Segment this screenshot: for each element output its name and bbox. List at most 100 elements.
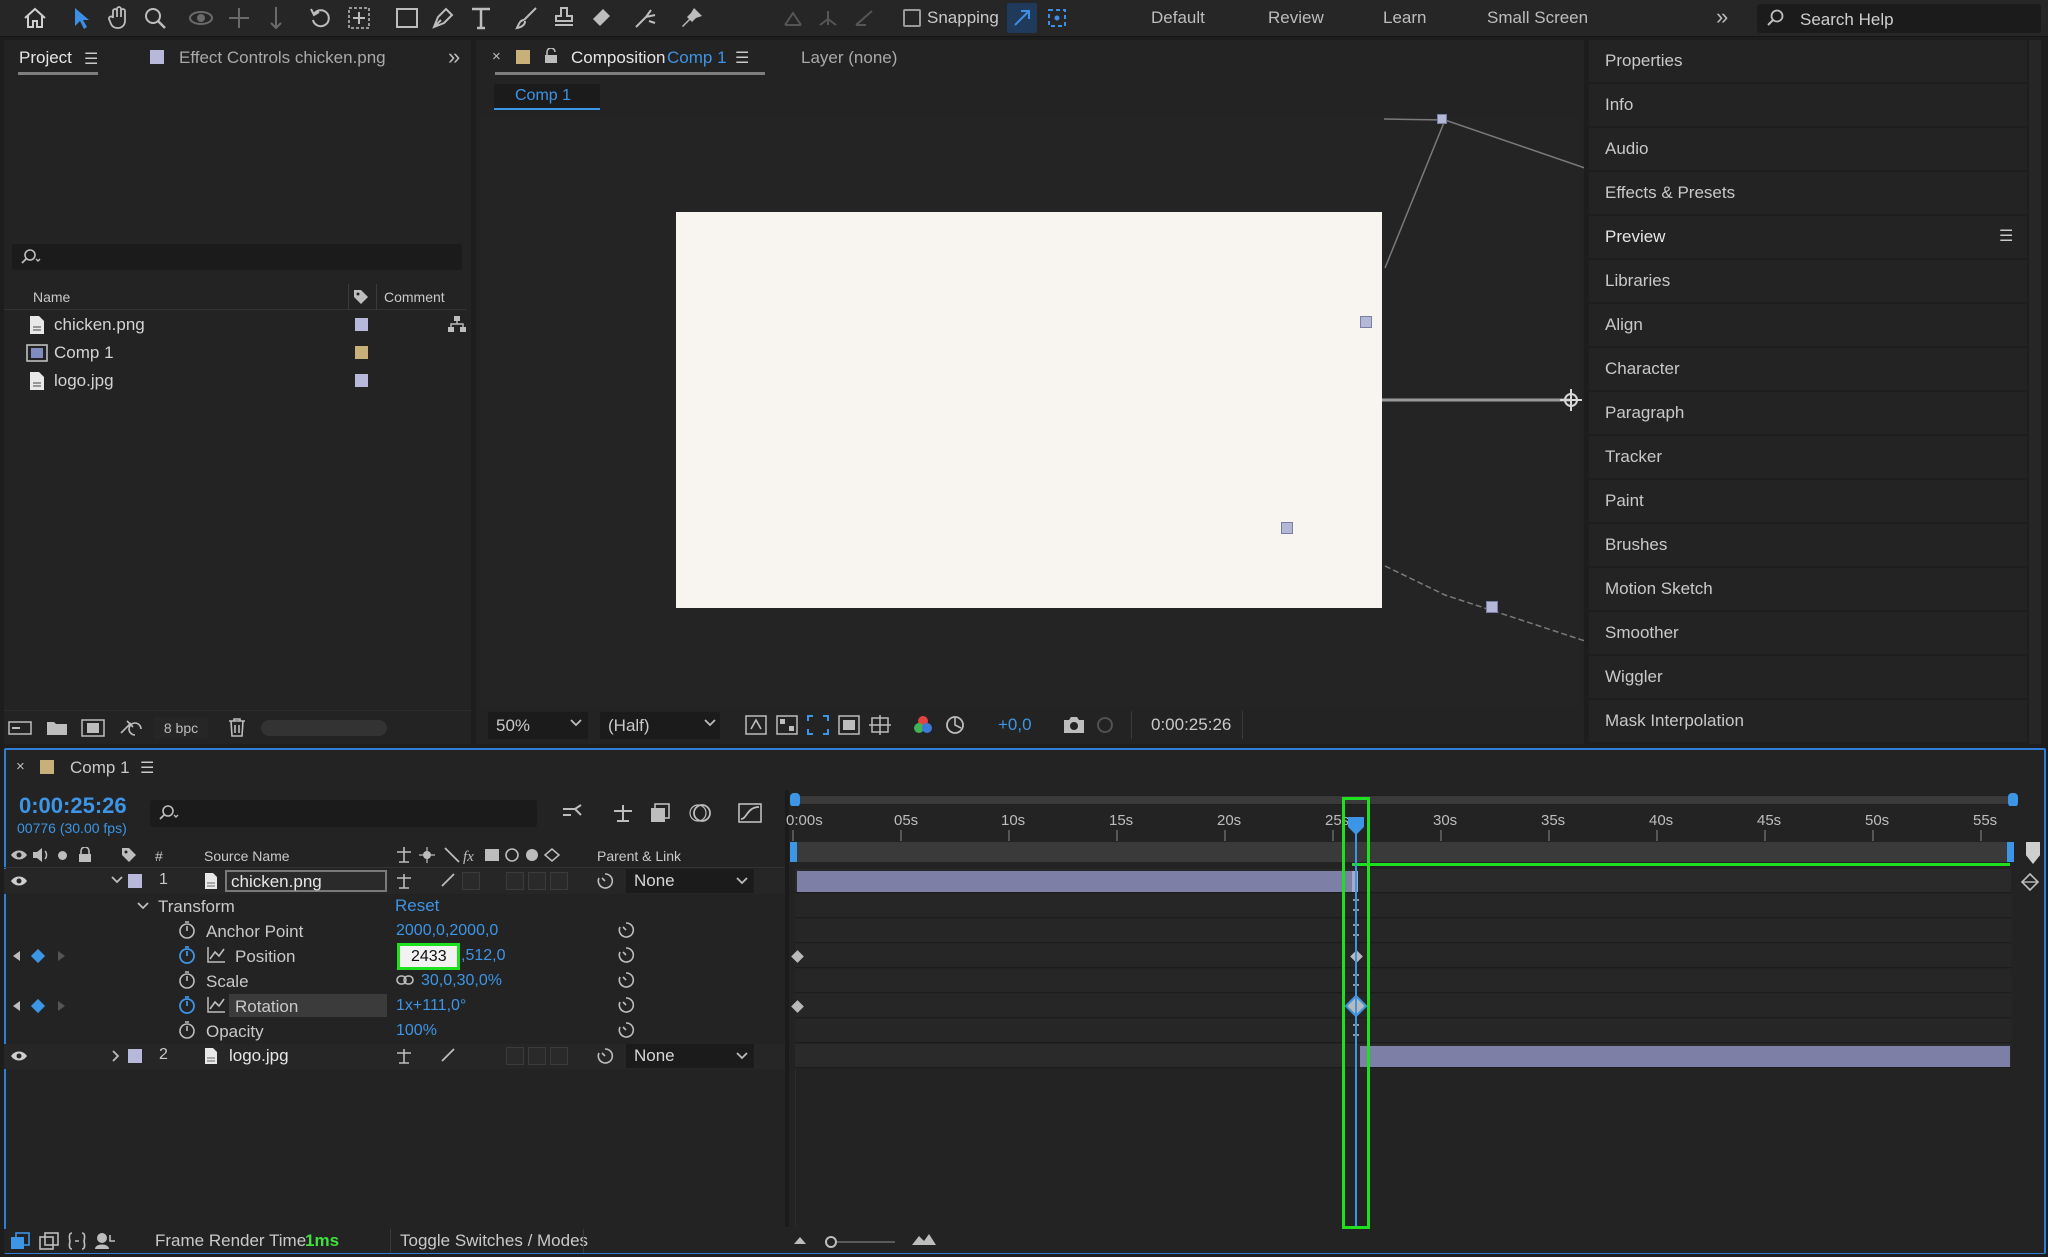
eraser-tool-icon[interactable]	[586, 3, 616, 33]
motion-blur-icon[interactable]	[688, 802, 712, 824]
layer-name-field[interactable]: chicken.png	[225, 870, 387, 892]
type-tool-icon[interactable]	[466, 3, 496, 33]
visibility-eye-icon[interactable]	[10, 874, 28, 888]
chevron-right-icon[interactable]	[110, 1049, 122, 1063]
frame-blending-icon[interactable]	[649, 802, 671, 824]
project-item-comp1[interactable]: Comp 1	[4, 339, 444, 366]
panel-motion-sketch[interactable]: Motion Sketch	[1589, 568, 2027, 610]
zoom-tool-icon[interactable]	[140, 3, 170, 33]
rotate-tool-icon[interactable]	[306, 3, 336, 33]
layer-label-swatch[interactable]	[128, 874, 142, 888]
audio-speaker-icon[interactable]	[32, 847, 50, 863]
comp-menu-icon[interactable]: ☰	[735, 48, 749, 68]
quality-switch-icon[interactable]	[440, 1047, 456, 1063]
in-out-duration-icon[interactable]	[67, 1232, 87, 1250]
panel-character[interactable]: Character	[1589, 348, 2027, 390]
panel-paint[interactable]: Paint	[1589, 480, 2027, 522]
stopwatch-icon[interactable]	[178, 971, 196, 989]
right-panel-scrollbar[interactable]	[2029, 40, 2041, 744]
selection-tool-icon[interactable]	[66, 3, 96, 33]
panel-preview[interactable]: Preview	[1589, 216, 2027, 258]
project-item-logo[interactable]: logo.jpg	[4, 367, 444, 394]
opacity-value[interactable]: 100%	[396, 1022, 437, 1040]
guides-grid-icon[interactable]	[869, 715, 891, 735]
position-x-input[interactable]: 2433	[397, 943, 460, 970]
expression-pick-whip-icon[interactable]	[617, 971, 635, 989]
panel-paragraph[interactable]: Paragraph	[1589, 392, 2027, 434]
video-eye-icon[interactable]	[10, 848, 28, 862]
hand-tool-icon[interactable]	[103, 3, 133, 33]
parent-dropdown-1[interactable]: None	[626, 869, 754, 893]
next-keyframe-icon[interactable]	[57, 1000, 67, 1012]
shy-layers-icon[interactable]	[611, 803, 635, 823]
fast-previews-icon[interactable]	[745, 715, 767, 735]
preview-menu-icon[interactable]: ☰	[1999, 226, 2013, 246]
trash-icon[interactable]	[228, 717, 246, 737]
world-axis-icon[interactable]	[813, 3, 843, 33]
chevron-down-icon[interactable]	[110, 874, 124, 886]
stopwatch-active-icon[interactable]	[178, 996, 196, 1014]
local-axis-icon[interactable]	[778, 3, 808, 33]
workspace-review[interactable]: Review	[1268, 8, 1324, 28]
workspace-learn[interactable]: Learn	[1383, 8, 1426, 28]
comp-navigator-tab[interactable]: Comp 1	[494, 84, 600, 110]
workspace-small-screen[interactable]: Small Screen	[1487, 8, 1588, 28]
panel-brushes[interactable]: Brushes	[1589, 524, 2027, 566]
position-y-value[interactable]: ,512,0	[461, 947, 505, 965]
zoom-out-icon[interactable]	[793, 1235, 807, 1245]
reset-exposure-icon[interactable]	[944, 715, 966, 735]
panel-overflow-icon[interactable]: »	[448, 44, 460, 70]
composition-flowchart-icon[interactable]	[561, 803, 587, 823]
viewer-timecode[interactable]: 0:00:25:26	[1151, 715, 1231, 735]
close-icon[interactable]: ×	[492, 48, 501, 65]
anchor-point-icon[interactable]	[1560, 389, 1582, 411]
bounding-box-handle[interactable]	[1281, 522, 1293, 534]
panel-mask-interpolation[interactable]: Mask Interpolation	[1589, 700, 2027, 742]
label-tag-icon[interactable]	[352, 288, 370, 306]
project-menu-icon[interactable]: ☰	[84, 49, 98, 69]
work-area-end[interactable]	[2007, 842, 2014, 862]
work-area-bar[interactable]	[790, 842, 2014, 862]
previous-keyframe-icon[interactable]	[11, 1000, 21, 1012]
panel-align[interactable]: Align	[1589, 304, 2027, 346]
flowchart-icon[interactable]	[447, 315, 467, 333]
col-parent-link[interactable]: Parent & Link	[597, 848, 681, 864]
rectangle-tool-icon[interactable]	[392, 3, 422, 33]
search-help-field[interactable]: Search Help	[1757, 4, 2041, 33]
region-of-interest-icon[interactable]	[807, 715, 829, 735]
visibility-eye-icon[interactable]	[10, 1049, 28, 1063]
new-composition-icon[interactable]	[81, 719, 105, 737]
switch-box[interactable]	[528, 872, 546, 890]
rotation-label[interactable]: Rotation	[235, 997, 298, 1017]
adjust-project-settings-icon[interactable]	[119, 717, 145, 737]
panel-properties[interactable]: Properties	[1589, 40, 2027, 82]
composition-canvas[interactable]	[676, 212, 1382, 608]
expression-pick-whip-icon[interactable]	[617, 1021, 635, 1039]
switch-box[interactable]	[506, 1047, 524, 1065]
panel-tracker[interactable]: Tracker	[1589, 436, 2027, 478]
timeline-menu-icon[interactable]: ☰	[140, 758, 154, 778]
motion-path-handle[interactable]	[1437, 114, 1447, 124]
time-navigator-bar[interactable]	[790, 793, 2018, 807]
project-item-chicken[interactable]: chicken.png	[4, 311, 466, 338]
layer-switches-toggle-icon[interactable]	[10, 1232, 30, 1250]
timeline-zoom-thumb[interactable]	[825, 1236, 837, 1248]
toggle-switches-modes[interactable]: Toggle Switches / Modes	[400, 1231, 588, 1251]
panel-libraries[interactable]: Libraries	[1589, 260, 2027, 302]
transform-reset-link[interactable]: Reset	[395, 896, 439, 916]
switch-box[interactable]	[528, 1047, 546, 1065]
navigator-end-handle[interactable]	[2008, 793, 2018, 807]
brush-tool-icon[interactable]	[512, 3, 542, 33]
workspace-default[interactable]: Default	[1151, 8, 1205, 28]
view-axis-icon[interactable]	[849, 3, 879, 33]
panel-wiggler[interactable]: Wiggler	[1589, 656, 2027, 698]
tab-composition-name[interactable]: Comp 1	[667, 48, 727, 68]
pan-camera-icon[interactable]	[224, 3, 254, 33]
col-source-name[interactable]: Source Name	[204, 848, 290, 864]
panel-info[interactable]: Info	[1589, 84, 2027, 126]
stopwatch-icon[interactable]	[178, 1021, 196, 1039]
panel-audio[interactable]: Audio	[1589, 128, 2027, 170]
snap-edges-icon[interactable]	[1007, 3, 1037, 33]
stopwatch-icon[interactable]	[178, 921, 196, 939]
stopwatch-active-icon[interactable]	[178, 946, 196, 964]
